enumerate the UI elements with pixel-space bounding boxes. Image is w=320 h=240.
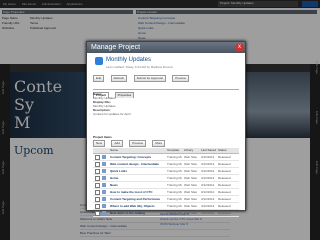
edit-button[interactable]: Edit — [93, 75, 105, 82]
row-name[interactable]: Where to add Web Obj. Objects — [110, 203, 160, 209]
preview-item-button[interactable]: Preview — [129, 140, 146, 147]
row-checkbox[interactable] — [95, 183, 100, 188]
col-status[interactable]: Status — [218, 148, 227, 153]
row-checkbox[interactable] — [95, 190, 100, 195]
row-status: Released — [218, 211, 231, 215]
row-checkbox[interactable] — [95, 204, 100, 209]
row-updated: 3/12/2012 — [201, 204, 215, 208]
row-template: Training Module — [167, 162, 182, 166]
row-library: Web Sites — [184, 183, 197, 187]
table-row[interactable]: Content Targeting and Performance Traini… — [93, 196, 239, 203]
page-icon — [95, 57, 103, 65]
row-status: Released — [218, 190, 231, 194]
row-template: Training Module — [167, 155, 182, 159]
row-updated: 3/12/2012 — [201, 211, 215, 215]
row-status: Released — [218, 176, 231, 180]
document-icon — [102, 183, 106, 187]
dialog-title: Manage Project — [87, 42, 245, 53]
row-library: Web Sites — [184, 162, 197, 166]
manage-project-dialog: Manage Project x Monthly Updates Last mo… — [86, 41, 246, 217]
close-icon[interactable]: x — [236, 44, 243, 51]
row-name[interactable]: Content Targeting and Performance — [110, 196, 160, 202]
row-name[interactable]: New items in the catalog — [110, 210, 160, 216]
row-updated: 3/12/2012 — [201, 183, 215, 187]
row-template: Training Module — [167, 204, 182, 208]
document-icon — [102, 176, 106, 180]
row-checkbox[interactable] — [95, 169, 100, 174]
table-row[interactable]: New items in the catalog Training Module… — [93, 210, 239, 217]
row-library: Web Sites — [184, 176, 197, 180]
document-icon — [102, 162, 106, 166]
project-summary: Monthly Updates Last modified: Today, 9:… — [95, 56, 237, 74]
row-checkbox[interactable] — [95, 197, 100, 202]
col-name[interactable]: Name — [110, 148, 118, 153]
row-checkbox[interactable] — [95, 211, 100, 216]
document-icon — [102, 169, 106, 173]
row-updated: 3/12/2012 — [201, 176, 215, 180]
row-status: Released — [218, 197, 231, 201]
more-button[interactable]: More — [152, 140, 166, 147]
table-row[interactable]: Quick Links Training Module Web Sites 3/… — [93, 168, 239, 175]
row-template: Training Module — [167, 190, 182, 194]
add-item-button[interactable]: Add — [111, 140, 123, 147]
row-library: Web Sites — [184, 155, 197, 159]
table-row[interactable]: Where to add Web Obj. Objects Training M… — [93, 203, 239, 210]
project-meta: Last modified: Today, 9:13 AM by Matthew… — [106, 65, 174, 69]
row-library: Web Sites — [184, 169, 197, 173]
document-icon — [102, 204, 106, 208]
refresh-button[interactable]: Refresh — [110, 75, 128, 82]
document-icon — [102, 155, 106, 159]
news-item[interactable]: WCM Webinar Mar 8 — [160, 222, 270, 227]
table-body: Content Targeting: Concepts Training Mod… — [93, 154, 239, 217]
preview-button[interactable]: Preview — [172, 75, 189, 82]
submit-approval-button[interactable]: Submit for Approval — [133, 75, 166, 82]
prop-value: Content for updates for April — [93, 112, 131, 116]
row-status: Released — [218, 204, 231, 208]
row-name[interactable]: Web content design - Intermediate — [110, 161, 160, 167]
new-item-button[interactable]: New — [93, 140, 106, 147]
table-row[interactable]: How to make the most of CTC Training Mod… — [93, 189, 239, 196]
row-template: Training Module — [167, 197, 182, 201]
row-updated: 3/12/2012 — [201, 169, 215, 173]
document-icon — [102, 211, 106, 215]
row-library: Web Sites — [184, 211, 197, 215]
row-updated: 3/12/2012 — [201, 197, 215, 201]
table-row[interactable]: Web content design - Intermediate Traini… — [93, 161, 239, 168]
row-template: Training Module — [167, 176, 182, 180]
row-name[interactable]: News — [110, 182, 160, 188]
row-name[interactable]: Home — [110, 175, 160, 181]
project-name: Monthly Updates — [106, 57, 152, 63]
row-name[interactable]: Quick Links — [110, 168, 160, 174]
row-name[interactable]: Content Targeting: Concepts — [110, 154, 160, 160]
row-updated: 3/12/2012 — [201, 155, 215, 159]
row-checkbox[interactable] — [95, 176, 100, 181]
row-template: Training Module — [167, 169, 182, 173]
document-icon — [102, 197, 106, 201]
row-library: Web Sites — [184, 197, 197, 201]
table-row[interactable]: News Training Module Web Sites 3/12/2012… — [93, 182, 239, 189]
table-row[interactable]: Home Training Module Web Sites 3/12/2012… — [93, 175, 239, 182]
row-status: Released — [218, 155, 231, 159]
col-last-saved[interactable]: Last Saved — [201, 148, 216, 153]
row-status: Released — [218, 162, 231, 166]
row-library: Web Sites — [184, 190, 197, 194]
table-row[interactable]: Content Targeting: Concepts Training Mod… — [93, 154, 239, 161]
row-updated: 3/12/2012 — [201, 162, 215, 166]
row-updated: 3/12/2012 — [201, 190, 215, 194]
row-status: Released — [218, 183, 231, 187]
project-properties: Name: Monthly Updates Display title: Mon… — [93, 89, 239, 130]
row-template: Training Module — [167, 211, 182, 215]
project-items-heading: Project Items — [93, 135, 112, 139]
row-status: Released — [218, 169, 231, 173]
project-items-table: Name Template Library Last Saved Status … — [93, 148, 239, 217]
row-name[interactable]: How to make the most of CTC — [110, 189, 160, 195]
col-template[interactable]: Template — [167, 148, 179, 153]
row-checkbox[interactable] — [95, 162, 100, 167]
row-library: Web Sites — [184, 204, 197, 208]
col-library[interactable]: Library — [184, 148, 193, 153]
row-checkbox[interactable] — [95, 155, 100, 160]
document-icon — [102, 190, 106, 194]
row-template: Training Module — [167, 183, 182, 187]
